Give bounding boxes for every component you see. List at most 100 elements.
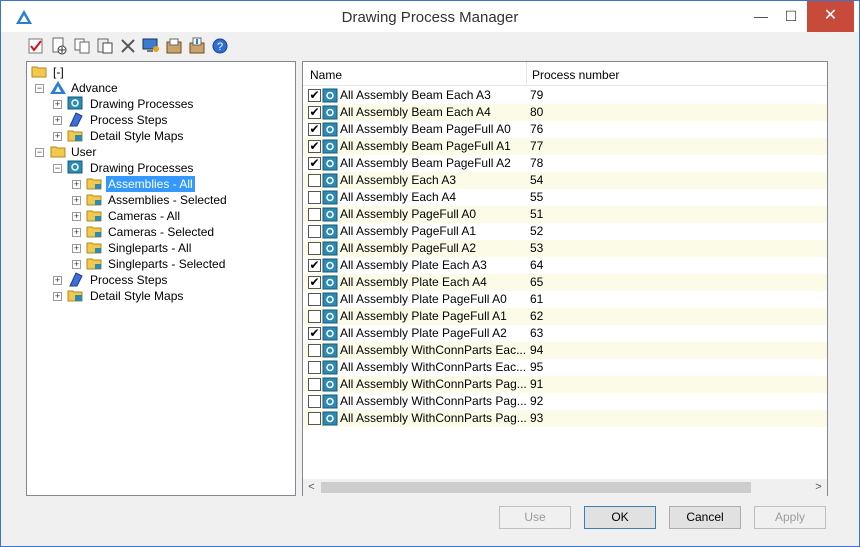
table-row[interactable]: All Assembly Plate PageFull A1 62 (303, 308, 827, 325)
expand-icon[interactable]: + (72, 228, 81, 237)
row-process-number: 62 (530, 309, 544, 323)
scroll-thumb[interactable] (321, 482, 751, 493)
svg-text:?: ? (217, 41, 223, 53)
row-checkbox[interactable] (308, 378, 321, 391)
tree-root[interactable]: [-] (31, 64, 131, 80)
tree-view[interactable]: [-] − Advance + Drawing Processes + Proc… (26, 61, 296, 496)
tree-item-advance-detail-style-maps[interactable]: + Detail Style Maps (31, 128, 231, 144)
table-row[interactable]: All Assembly PageFull A2 53 (303, 240, 827, 257)
use-button[interactable]: Use (499, 506, 571, 529)
paste-icon[interactable] (96, 37, 114, 55)
expand-icon[interactable]: + (53, 276, 62, 285)
row-checkbox[interactable]: ✔ (308, 157, 321, 170)
table-row[interactable]: ✔ All Assembly Beam PageFull A1 77 (303, 138, 827, 155)
ok-button[interactable]: OK (584, 506, 656, 529)
tree-item-label: Cameras - All (108, 209, 181, 223)
import-icon[interactable] (165, 37, 183, 55)
tree-root-label: [-] (53, 65, 64, 79)
column-divider[interactable] (526, 62, 527, 86)
table-row[interactable]: All Assembly Each A3 54 (303, 172, 827, 189)
tree-item-singleparts-selected[interactable]: + Singleparts - Selected (31, 256, 251, 272)
export-icon[interactable] (188, 37, 206, 55)
process-icon (322, 207, 338, 222)
table-row[interactable]: ✔ All Assembly Plate PageFull A2 63 (303, 325, 827, 342)
row-checkbox[interactable] (308, 310, 321, 323)
tree-item-advance[interactable]: − Advance (31, 80, 151, 96)
tree-item-user[interactable]: − User (31, 144, 151, 160)
row-checkbox[interactable] (308, 242, 321, 255)
tree-item-advance-process-steps[interactable]: + Process Steps (31, 112, 231, 128)
row-process-number: 64 (530, 258, 544, 272)
row-checkbox[interactable]: ✔ (308, 123, 321, 136)
collapse-icon[interactable]: − (35, 148, 44, 157)
copy-icon[interactable] (73, 37, 91, 55)
row-checkbox[interactable] (308, 191, 321, 204)
table-row[interactable]: All Assembly WithConnParts Pag... 91 (303, 376, 827, 393)
expand-icon[interactable]: + (72, 244, 81, 253)
row-checkbox[interactable] (308, 412, 321, 425)
row-checkbox[interactable]: ✔ (308, 140, 321, 153)
row-checkbox[interactable]: ✔ (308, 106, 321, 119)
row-checkbox[interactable] (308, 174, 321, 187)
column-header-process-number[interactable]: Process number (532, 68, 619, 82)
tree-item-user-process-steps[interactable]: + Process Steps (31, 272, 231, 288)
table-row[interactable]: All Assembly Plate PageFull A0 61 (303, 291, 827, 308)
tree-item-singleparts-all[interactable]: + Singleparts - All (31, 240, 251, 256)
table-row[interactable]: All Assembly WithConnParts Eac... 94 (303, 342, 827, 359)
row-checkbox[interactable] (308, 395, 321, 408)
row-checkbox[interactable] (308, 361, 321, 374)
row-checkbox[interactable]: ✔ (308, 259, 321, 272)
row-checkbox[interactable]: ✔ (308, 89, 321, 102)
table-row[interactable]: All Assembly PageFull A1 52 (303, 223, 827, 240)
row-checkbox[interactable] (308, 225, 321, 238)
table-row[interactable]: ✔ All Assembly Plate Each A4 65 (303, 274, 827, 291)
expand-icon[interactable]: + (72, 196, 81, 205)
maximize-button[interactable]: ☐ (774, 1, 808, 32)
horizontal-scrollbar[interactable]: < > (303, 479, 827, 496)
collapse-icon[interactable]: − (53, 164, 62, 173)
tree-item-assemblies-selected[interactable]: + Assemblies - Selected (31, 192, 251, 208)
row-checkbox[interactable]: ✔ (308, 327, 321, 340)
expand-icon[interactable]: + (53, 116, 62, 125)
tree-item-assemblies-all[interactable]: + Assemblies - All (31, 176, 251, 192)
table-row[interactable]: All Assembly Each A4 55 (303, 189, 827, 206)
expand-icon[interactable]: + (53, 292, 62, 301)
tree-item-advance-drawing-processes[interactable]: + Drawing Processes (31, 96, 231, 112)
row-checkbox[interactable] (308, 344, 321, 357)
expand-icon[interactable]: + (72, 260, 81, 269)
table-row[interactable]: ✔ All Assembly Plate Each A3 64 (303, 257, 827, 274)
apply-button[interactable]: Apply (754, 506, 826, 529)
row-checkbox[interactable]: ✔ (308, 276, 321, 289)
minimize-button[interactable]: — (744, 1, 778, 32)
delete-icon[interactable] (119, 37, 137, 55)
style-map-icon (67, 130, 83, 142)
tree-item-user-drawing-processes[interactable]: − Drawing Processes (31, 160, 231, 176)
table-row[interactable]: All Assembly WithConnParts Eac... 95 (303, 359, 827, 376)
column-header-name[interactable]: Name (310, 68, 342, 82)
cancel-button[interactable]: Cancel (669, 506, 741, 529)
new-icon[interactable] (50, 37, 68, 55)
tree-item-cameras-selected[interactable]: + Cameras - Selected (31, 224, 251, 240)
expand-icon[interactable]: + (72, 212, 81, 221)
monitor-icon[interactable] (142, 37, 160, 55)
close-button[interactable]: ✕ (807, 1, 854, 32)
table-row[interactable]: ✔ All Assembly Beam Each A3 79 (303, 87, 827, 104)
tree-item-cameras-all[interactable]: + Cameras - All (31, 208, 251, 224)
collapse-icon[interactable]: − (35, 84, 44, 93)
scroll-left-button[interactable]: < (303, 479, 320, 496)
table-row[interactable]: ✔ All Assembly Beam PageFull A2 78 (303, 155, 827, 172)
expand-icon[interactable]: + (53, 132, 62, 141)
row-checkbox[interactable] (308, 293, 321, 306)
expand-icon[interactable]: + (53, 100, 62, 109)
table-row[interactable]: ✔ All Assembly Beam Each A4 80 (303, 104, 827, 121)
table-row[interactable]: All Assembly WithConnParts Pag... 93 (303, 410, 827, 427)
table-row[interactable]: All Assembly PageFull A0 51 (303, 206, 827, 223)
expand-icon[interactable]: + (72, 180, 81, 189)
help-icon[interactable]: ? (211, 37, 229, 55)
tree-item-user-detail-style-maps[interactable]: + Detail Style Maps (31, 288, 231, 304)
table-row[interactable]: All Assembly WithConnParts Pag... 92 (303, 393, 827, 410)
scroll-right-button[interactable]: > (810, 479, 827, 496)
table-row[interactable]: ✔ All Assembly Beam PageFull A0 76 (303, 121, 827, 138)
check-icon[interactable] (27, 37, 45, 55)
row-checkbox[interactable] (308, 208, 321, 221)
